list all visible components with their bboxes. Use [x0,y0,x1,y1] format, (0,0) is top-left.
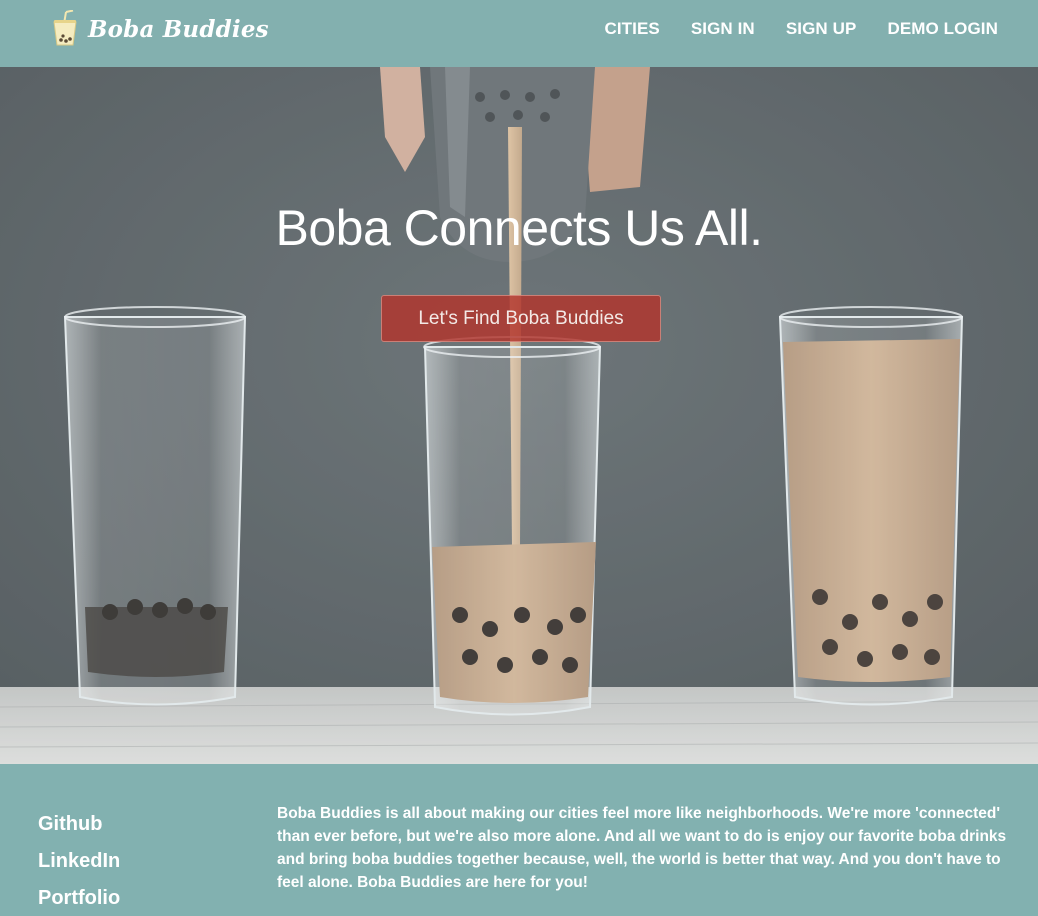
footer-link-portfolio[interactable]: Portfolio [38,880,120,916]
brand-logo[interactable]: Boba Buddies [50,10,269,48]
about-text: Boba Buddies is all about making our cit… [277,805,1007,891]
footer-links: Github LinkedIn Portfolio [38,806,120,916]
nav-item-sign-in[interactable]: SIGN IN [691,19,755,39]
footer-link-linkedin[interactable]: LinkedIn [38,843,120,880]
hero-section: Boba Connects Us All. Let's Find Boba Bu… [0,67,1038,764]
hero-overlay [0,67,1038,764]
find-boba-buddies-button[interactable]: Let's Find Boba Buddies [381,295,661,342]
nav-menu: CITIES SIGN IN SIGN UP DEMO LOGIN [573,19,998,39]
top-navbar: Boba Buddies CITIES SIGN IN SIGN UP DEMO… [0,0,1038,67]
footer: Github LinkedIn Portfolio Boba Buddies i… [0,764,1038,916]
hero-title: Boba Connects Us All. [275,200,764,256]
nav-item-demo-login[interactable]: DEMO LOGIN [887,19,998,39]
nav-item-cities[interactable]: CITIES [604,19,659,39]
boba-cup-icon [53,10,77,46]
nav-item-sign-up[interactable]: SIGN UP [786,19,857,39]
footer-link-github[interactable]: Github [38,806,120,843]
brand-name: Boba Buddies [88,15,269,43]
